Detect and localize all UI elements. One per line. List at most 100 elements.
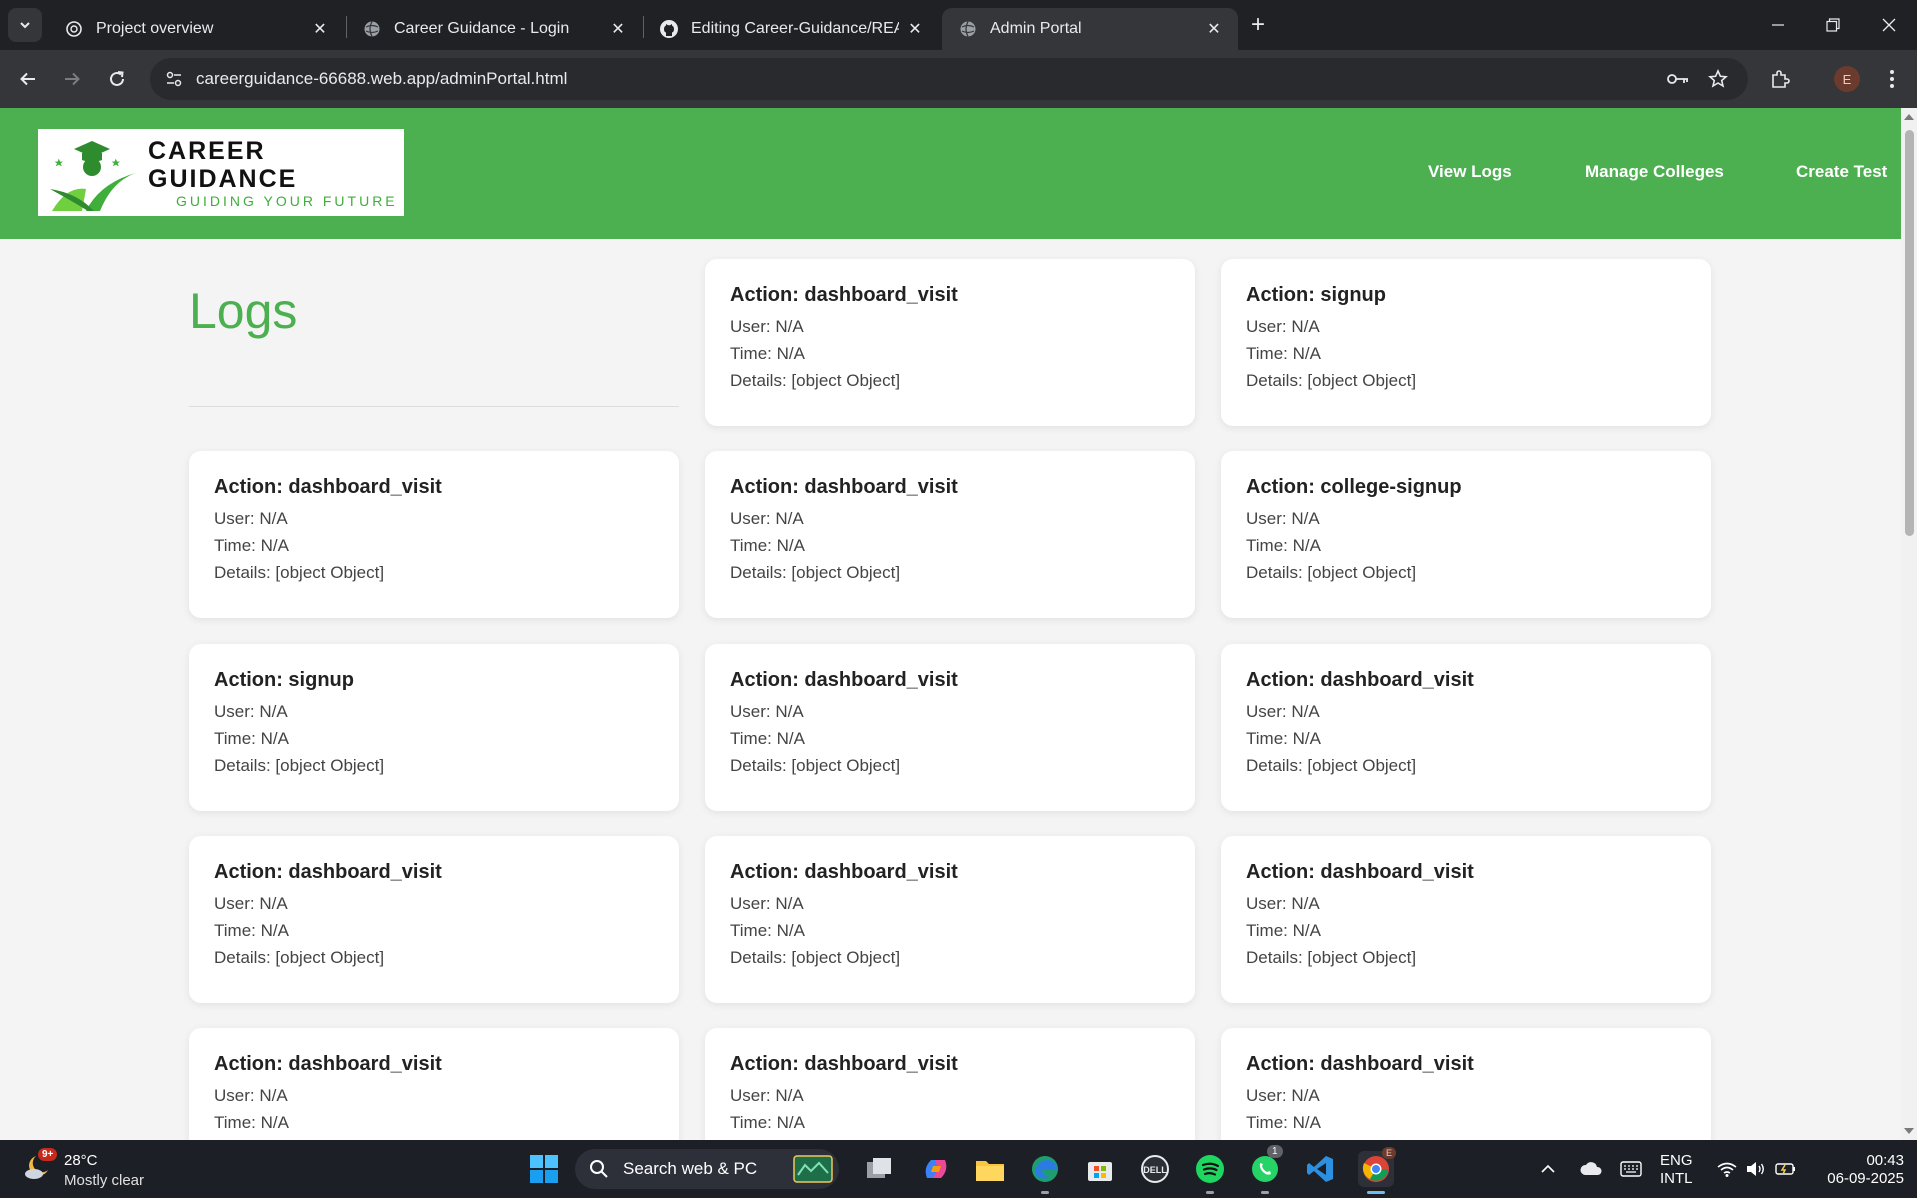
nav-view-logs[interactable]: View Logs xyxy=(1428,162,1512,182)
log-action: Action: dashboard_visit xyxy=(214,476,442,498)
log-user: User: N/A xyxy=(1246,509,1320,528)
log-action: Action: dashboard_visit xyxy=(1246,669,1474,691)
log-card: Action: dashboard_visit User: N/A Time: … xyxy=(705,836,1195,1003)
openai-icon xyxy=(64,19,84,39)
minimize-button[interactable] xyxy=(1750,0,1806,50)
log-time: Time: N/A xyxy=(1246,1113,1321,1132)
log-time: Time: N/A xyxy=(214,1113,289,1132)
arrow-left-icon xyxy=(20,72,35,86)
log-user: User: N/A xyxy=(214,509,288,528)
plus-icon: + xyxy=(1250,11,1265,38)
key-icon[interactable] xyxy=(1666,67,1690,91)
log-user: User: N/A xyxy=(1246,894,1320,913)
log-card: Action: dashboard_visit User: N/A Time: … xyxy=(189,451,679,618)
log-action: Action: dashboard_visit xyxy=(1246,861,1474,883)
log-time: Time: N/A xyxy=(730,921,805,940)
store-button[interactable] xyxy=(1082,1151,1118,1187)
scrollbar-thumb[interactable] xyxy=(1905,130,1914,536)
nav-create-test[interactable]: Create Test xyxy=(1796,162,1887,182)
nav-manage-colleges[interactable]: Manage Colleges xyxy=(1585,162,1724,182)
file-explorer-button[interactable] xyxy=(972,1151,1008,1187)
github-icon xyxy=(659,19,679,39)
log-card: Action: dashboard_visit User: N/A Time: … xyxy=(1221,836,1711,1003)
minimize-icon xyxy=(1772,24,1784,26)
tab-admin-portal[interactable]: Admin Portal ✕ xyxy=(942,8,1238,50)
profile-badge: E xyxy=(1382,1147,1397,1159)
tab-career-guidance-login[interactable]: Career Guidance - Login ✕ xyxy=(346,8,642,50)
forward-button[interactable] xyxy=(56,63,88,95)
chevron-down-icon xyxy=(20,22,30,29)
onedrive-button[interactable] xyxy=(1576,1151,1606,1187)
scroll-down-icon[interactable] xyxy=(1904,1128,1914,1134)
extensions-button[interactable] xyxy=(1764,63,1796,95)
chrome-button[interactable]: E xyxy=(1358,1147,1397,1187)
close-icon[interactable]: ✕ xyxy=(905,19,925,39)
star-icon[interactable] xyxy=(1706,67,1730,91)
tab-title: Career Guidance - Login xyxy=(394,20,570,37)
copilot-button[interactable] xyxy=(918,1151,954,1187)
new-tab-button[interactable]: + xyxy=(1243,10,1273,40)
log-details: Details: [object Object] xyxy=(1246,371,1417,390)
log-details: Details: [object Object] xyxy=(1246,756,1417,775)
windows-icon xyxy=(530,1155,558,1183)
keyboard-icon xyxy=(1620,1161,1642,1177)
log-user: User: N/A xyxy=(730,1086,804,1105)
edge-icon xyxy=(1032,1156,1058,1182)
log-details: Details: [object Object] xyxy=(1246,948,1417,967)
log-card: Action: signup User: N/A Time: N/A Detai… xyxy=(189,644,679,811)
dell-button[interactable]: DELL xyxy=(1137,1151,1173,1187)
clock-date: 06-09-2025 xyxy=(1827,1170,1904,1187)
log-details: Details: [object Object] xyxy=(214,756,385,775)
task-view-icon xyxy=(867,1158,891,1178)
log-time: Time: N/A xyxy=(214,921,289,940)
close-icon[interactable]: ✕ xyxy=(1204,19,1224,39)
site-settings-icon[interactable] xyxy=(162,67,186,91)
url-text[interactable]: careerguidance-66688.web.app/adminPortal… xyxy=(196,69,567,89)
site-logo[interactable]: CAREER GUIDANCE GUIDING YOUR FUTURE xyxy=(38,129,404,216)
browser-menu-button[interactable] xyxy=(1876,63,1908,95)
vscode-button[interactable] xyxy=(1302,1151,1338,1187)
show-hidden-icons-button[interactable] xyxy=(1536,1151,1560,1187)
reload-button[interactable] xyxy=(101,63,133,95)
address-bar[interactable]: careerguidance-66688.web.app/adminPortal… xyxy=(150,58,1748,100)
close-window-button[interactable] xyxy=(1861,0,1917,50)
search-placeholder: Search web & PC xyxy=(623,1159,758,1178)
edge-button[interactable] xyxy=(1027,1151,1063,1187)
copilot-icon xyxy=(925,1160,947,1178)
back-button[interactable] xyxy=(12,63,44,95)
weather-widget[interactable]: 9+ 28°C Mostly clear xyxy=(22,1148,162,1190)
tab-editing-readme[interactable]: Editing Career-Guidance/READM ✕ xyxy=(643,8,939,50)
restore-button[interactable] xyxy=(1805,0,1861,50)
wifi-icon xyxy=(1717,1162,1737,1177)
tab-project-overview[interactable]: Project overview ✕ xyxy=(48,8,344,50)
log-card: Action: dashboard_visit User: N/A Time: … xyxy=(189,836,679,1003)
start-button[interactable] xyxy=(526,1151,562,1187)
taskbar-search[interactable]: Search web & PC xyxy=(575,1149,839,1189)
log-action: Action: signup xyxy=(1246,284,1386,306)
profile-avatar[interactable]: E xyxy=(1834,66,1860,92)
page-scrollbar[interactable] xyxy=(1901,108,1917,1140)
volume-button[interactable] xyxy=(1743,1151,1769,1187)
log-details: Details: [object Object] xyxy=(1246,563,1417,582)
more-vertical-icon xyxy=(1890,70,1894,88)
spotify-button[interactable] xyxy=(1192,1151,1228,1187)
touch-keyboard-button[interactable] xyxy=(1616,1151,1646,1187)
wifi-button[interactable] xyxy=(1714,1151,1740,1187)
battery-button[interactable] xyxy=(1773,1151,1799,1187)
input-language[interactable]: ENG INTL xyxy=(1660,1152,1693,1188)
close-icon[interactable]: ✕ xyxy=(310,19,330,39)
log-card: Action: college-signup User: N/A Time: N… xyxy=(1221,451,1711,618)
task-view-button[interactable] xyxy=(862,1151,898,1187)
log-user: User: N/A xyxy=(214,702,288,721)
log-time: Time: N/A xyxy=(730,536,805,555)
whatsapp-button[interactable]: 1 xyxy=(1247,1145,1283,1187)
scroll-up-icon[interactable] xyxy=(1904,114,1914,120)
log-action: Action: dashboard_visit xyxy=(730,476,958,498)
chevron-up-icon xyxy=(1541,1164,1555,1173)
log-action: Action: dashboard_visit xyxy=(730,284,958,306)
log-card: Action: dashboard_visit User: N/A Time: … xyxy=(705,259,1195,426)
clock[interactable]: 00:43 06-09-2025 xyxy=(1812,1152,1904,1188)
close-icon[interactable]: ✕ xyxy=(608,19,628,39)
tab-search-button[interactable] xyxy=(8,8,42,42)
search-highlight-icon xyxy=(793,1155,833,1183)
